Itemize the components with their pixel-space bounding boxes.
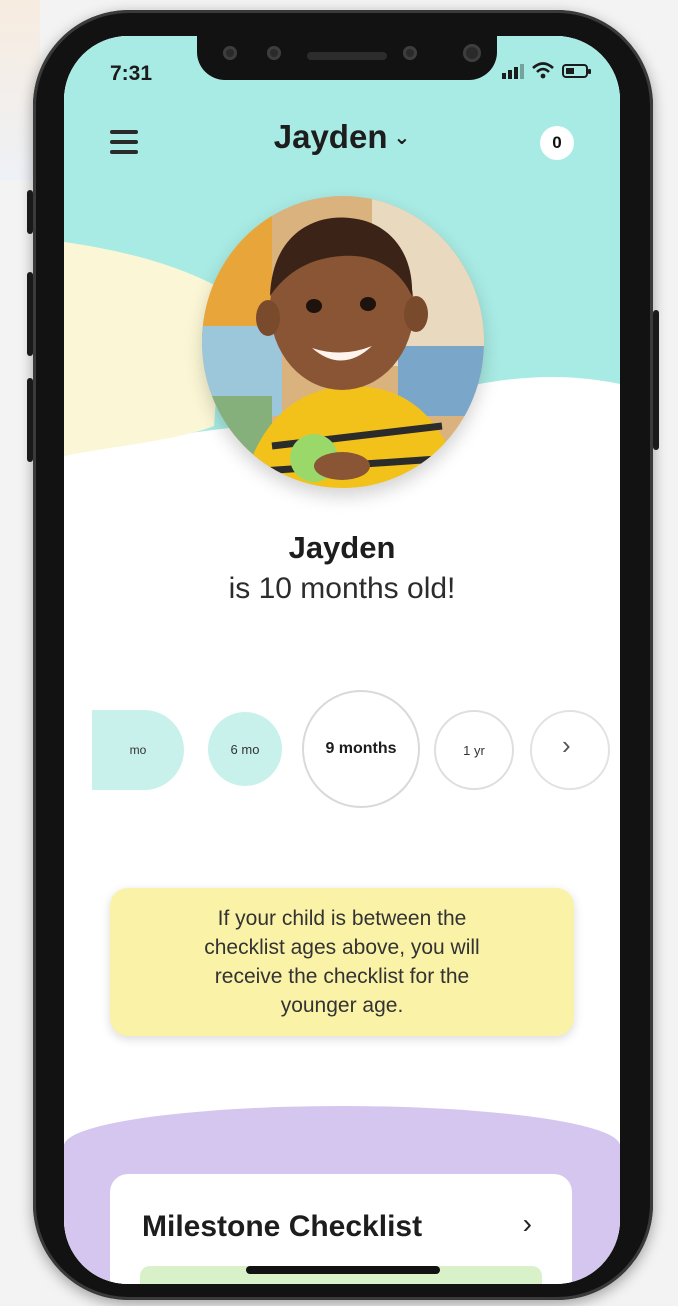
info-callout: If your child is between the checklist a…: [110, 888, 574, 1036]
front-camera: [463, 44, 481, 62]
age-chip-6mo[interactable]: 6 mo: [208, 712, 282, 786]
sensor-dot: [403, 46, 417, 60]
milestone-title: Milestone Checklist: [142, 1210, 423, 1243]
child-selector-button[interactable]: Jayden ⌄: [64, 118, 620, 156]
age-chip-label: 1 yr: [463, 742, 485, 758]
sensor-dot: [223, 46, 237, 60]
age-next-arrow[interactable]: ›: [562, 730, 571, 761]
child-photo-image: [202, 196, 484, 488]
child-age-text: is 10 months old!: [228, 572, 456, 605]
battery-icon: [562, 63, 591, 78]
age-chip-9-months-selected[interactable]: 9 months: [302, 690, 420, 808]
sensor-dot: [267, 46, 281, 60]
age-chip-1yr[interactable]: 1 yr: [434, 710, 514, 790]
app-screen: 7:31 Jayden ⌄ 0 Jayden is 10 months old!…: [64, 36, 620, 1284]
age-chip-partial[interactable]: mo: [92, 710, 184, 790]
mute-switch: [27, 190, 33, 234]
child-name: Jayden: [288, 530, 396, 565]
status-icons: [502, 62, 592, 79]
age-chip-label: 6 mo: [230, 741, 260, 757]
child-photo: [202, 196, 484, 488]
info-message: If your child is between the checklist a…: [204, 907, 480, 1017]
notification-badge[interactable]: 0: [540, 126, 574, 160]
wifi-icon: [532, 62, 554, 79]
status-time: 7:31: [110, 62, 153, 85]
volume-up-button: [27, 272, 33, 356]
signal-icon: [502, 63, 524, 79]
home-indicator[interactable]: [246, 1266, 440, 1274]
chevron-down-icon: ⌄: [393, 127, 411, 149]
child-selector-title: Jayden: [273, 118, 388, 155]
chevron-right-icon: ›: [522, 1208, 532, 1239]
earpiece-speaker: [307, 52, 387, 60]
age-chip-partial-label: mo: [129, 743, 147, 757]
phone-notch: [197, 36, 497, 80]
volume-down-button: [27, 378, 33, 462]
age-chip-label: 9 months: [325, 740, 397, 757]
power-button: [653, 310, 659, 450]
